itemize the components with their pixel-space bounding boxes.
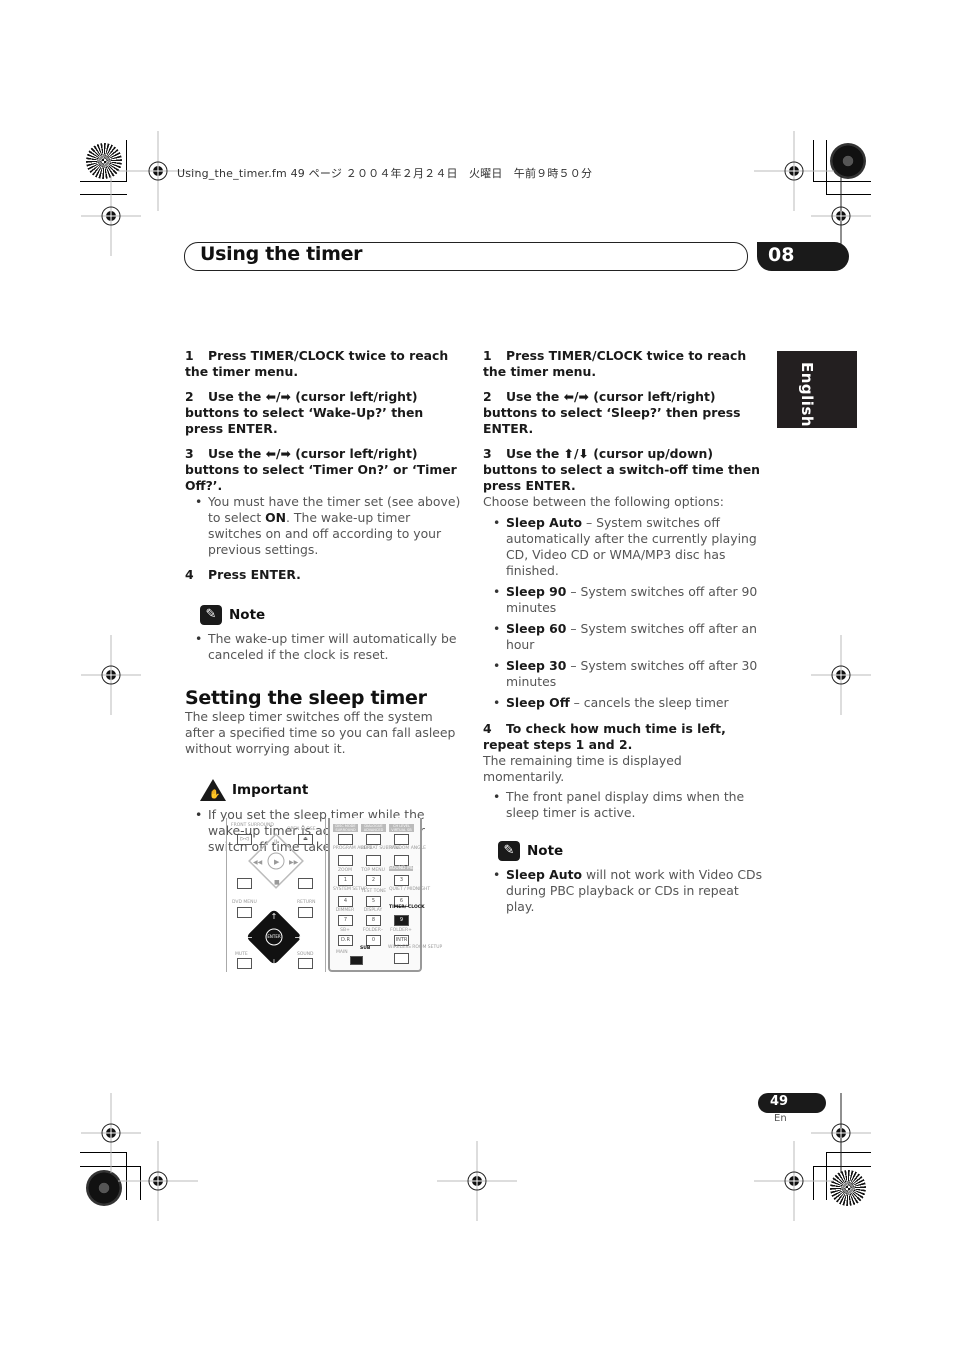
section-body: The sleep timer switches off the system … [185, 709, 456, 756]
svg-text:◀◀: ◀◀ [253, 859, 263, 866]
step-2: 2 Use the ⬅/➡ (cursor left/right) buttons… [483, 389, 741, 436]
list-item: Sleep 30 – System switches off after 30 … [483, 658, 763, 690]
step-3: 3 Use the ⬆/⬇ (cursor up/down) buttons to… [483, 446, 760, 493]
page-number: 49 [770, 1094, 789, 1109]
left-column: 1 Press TIMER/CLOCK twice to reach the ti… [185, 348, 465, 860]
crosshair-registration-icon [811, 635, 871, 715]
list-item: Sleep Off – cancels the sleep timer [483, 695, 763, 711]
list-item: Sleep 60 – System switches off after an … [483, 621, 763, 653]
remote-control-illustration: FRONT SURROUND OPEN CLOSE ▷◁ ⏏ ▶ II ◀◀ ▶… [226, 818, 442, 972]
step-4-body: The remaining time is displayed momentar… [483, 753, 682, 784]
options-intro: Choose between the following options: [483, 494, 724, 509]
crosshair-registration-icon [118, 1141, 198, 1221]
list-item: Sleep Auto – System switches off automat… [483, 515, 763, 579]
svg-text:→: → [295, 933, 302, 942]
warning-hand-icon: ✋ [200, 779, 226, 801]
step-3: 3 Use the ⬅/➡ (cursor left/right) buttons… [185, 446, 457, 493]
list-item: Sleep 90 – System switches off after 90 … [483, 584, 763, 616]
starburst-registration-icon [86, 1170, 122, 1206]
step-4: 4 To check how much time is left, repeat … [483, 721, 726, 752]
list-item: Sleep Auto will not work with Video CDs … [483, 867, 763, 915]
crosshair-registration-icon [81, 176, 141, 256]
step-1: 1 Press TIMER/CLOCK twice to reach the ti… [483, 348, 747, 379]
remote-left-panel: FRONT SURROUND OPEN CLOSE ▷◁ ⏏ ▶ II ◀◀ ▶… [226, 818, 326, 972]
list-item: You must have the timer set (see above) … [185, 494, 465, 558]
step-4: 4 Press ENTER. [185, 567, 301, 582]
important-heading: ✋ Important [200, 779, 465, 801]
remote-right-panel: DISC MODE SURROUND DIALOGUE ADVANCED CH … [328, 818, 442, 972]
language-tab [777, 351, 857, 428]
svg-text:↓: ↓ [271, 958, 278, 967]
chapter-number: 08 [768, 244, 795, 266]
svg-text:II: II [274, 839, 278, 846]
svg-text:■: ■ [274, 879, 280, 886]
list-item: The front panel display dims when the sl… [483, 789, 763, 821]
note-heading: ✎ Note [200, 605, 465, 625]
step-2: 2 Use the ⬅/➡ (cursor left/right) buttons… [185, 389, 424, 436]
crosshair-registration-icon [81, 635, 141, 715]
crosshair-registration-icon [437, 1141, 517, 1221]
sound-button [298, 958, 313, 969]
timer-clock-button: 9 [394, 915, 409, 926]
note-heading: ✎ Note [498, 841, 763, 861]
pencil-icon: ✎ [200, 605, 222, 625]
pencil-icon: ✎ [498, 841, 520, 861]
svg-text:▶: ▶ [274, 858, 280, 866]
page-number-badge [758, 1093, 826, 1113]
svg-text:▶▶: ▶▶ [289, 859, 299, 866]
print-slug: Using_the_timer.fm 49 ページ ２００４年２月２４日 火曜日… [177, 167, 593, 180]
right-column: 1 Press TIMER/CLOCK twice to reach the ti… [483, 348, 763, 920]
page-title: Using the timer [200, 243, 363, 265]
crosshair-registration-icon [754, 1141, 834, 1221]
step-1: 1 Press TIMER/CLOCK twice to reach the ti… [185, 348, 449, 379]
svg-text:←: ← [246, 933, 253, 942]
section-heading: Setting the sleep timer [185, 687, 427, 709]
list-item: The wake-up timer will automatically be … [185, 631, 465, 663]
page-language: En [774, 1113, 787, 1124]
prev-button [237, 878, 252, 889]
starburst-registration-icon [830, 1170, 866, 1206]
svg-text:↑: ↑ [271, 912, 278, 921]
main-sub-switch [350, 956, 363, 965]
next-button [298, 878, 313, 889]
starburst-registration-icon [830, 143, 866, 179]
mute-button [237, 958, 252, 969]
language-tab-label: English [798, 362, 816, 428]
starburst-registration-icon [86, 143, 122, 179]
